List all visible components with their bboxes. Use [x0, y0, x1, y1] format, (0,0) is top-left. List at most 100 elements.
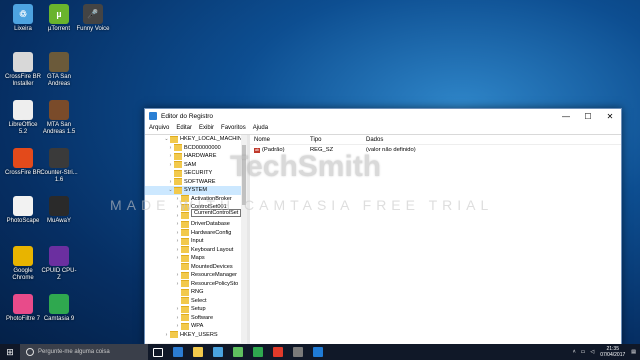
taskbar-app-icon[interactable] — [288, 344, 308, 360]
taskbar-camtasia-recorder-icon[interactable] — [268, 344, 288, 360]
desktop-icon[interactable]: CrossFire BR Installer — [4, 52, 42, 88]
panes: ⌄ HKEY_LOCAL_MACHINE › BCD00000000 › HARDWARE… — [145, 134, 621, 349]
desktop-icon-label: LibreOffice 5.2 — [8, 122, 38, 135]
tree-vertical-scrollbar[interactable] — [241, 135, 247, 349]
title-bar[interactable]: Editor do Registro — ☐ ✕ — [145, 109, 621, 123]
desktop-icon[interactable]: MTA San Andreas 1.5 — [40, 100, 78, 136]
expand-toggle-icon[interactable]: › — [167, 162, 174, 168]
list-item[interactable]: ab (Padrão) REG_SZ (valor não definido) — [250, 145, 621, 154]
minimize-button[interactable]: — — [555, 109, 577, 123]
expand-toggle-icon[interactable]: ⌄ — [167, 187, 174, 193]
tree-item[interactable]: › HKEY_USERS — [145, 331, 247, 340]
folder-icon — [181, 305, 189, 313]
menu-editar[interactable]: Editar — [176, 125, 192, 131]
tree-item-label: ActivationBroker — [191, 195, 232, 202]
taskbar-media-icon[interactable] — [228, 344, 248, 360]
menu-favoritos[interactable]: Favoritos — [221, 125, 246, 131]
key-tree: ⌄ HKEY_LOCAL_MACHINE › BCD00000000 › HARDWARE… — [145, 135, 250, 349]
windows-start-icon[interactable]: ⊞ — [0, 344, 20, 360]
expand-toggle-icon[interactable]: › — [174, 306, 181, 312]
desktop-icon-label: Camtasia 9 — [43, 316, 75, 322]
expand-toggle-icon[interactable]: › — [174, 323, 181, 329]
expand-toggle-icon[interactable]: › — [174, 213, 181, 219]
desktop-icon[interactable]: CrossFire BR — [4, 148, 42, 177]
list-header: Nome Tipo Dados — [250, 135, 621, 145]
desktop-icon[interactable]: 🎤 Funny Voice — [74, 4, 112, 33]
desktop-icon[interactable]: GTA San Andreas — [40, 52, 78, 88]
taskbar-camtasia-icon[interactable] — [248, 344, 268, 360]
desktop-icon[interactable]: MuAwaY — [40, 196, 78, 225]
desktop-icon[interactable]: PhotoScape — [4, 196, 42, 225]
expand-toggle-icon[interactable]: › — [174, 238, 181, 244]
close-button[interactable]: ✕ — [599, 109, 621, 123]
tree-item[interactable]: › Input — [145, 237, 247, 246]
tree-item[interactable]: › DriverDatabase — [145, 220, 247, 229]
desktop-icon[interactable]: ♲ Lixeira — [4, 4, 42, 33]
menu-arquivo[interactable]: Arquivo — [149, 125, 169, 131]
expand-toggle-icon[interactable]: › — [174, 281, 181, 287]
column-dados[interactable]: Dados — [366, 137, 621, 143]
expand-toggle-icon[interactable]: › — [174, 230, 181, 236]
tree-item[interactable]: › SOFTWARE — [145, 178, 247, 187]
desktop-icon[interactable]: PhotoFiltre 7 — [4, 294, 42, 323]
desktop-icon[interactable]: Counter-Stri... 1.6 — [40, 148, 78, 184]
tree-item[interactable]: › WPA — [145, 322, 247, 331]
column-nome[interactable]: Nome — [250, 137, 310, 143]
taskbar-task-view-icon[interactable] — [148, 344, 168, 360]
tree-item-label: Input — [191, 238, 204, 245]
taskbar-regedit-icon[interactable] — [308, 344, 328, 360]
maximize-button[interactable]: ☐ — [577, 109, 599, 123]
expand-toggle-icon[interactable]: › — [174, 196, 181, 202]
tree-item[interactable]: › HARDWARE — [145, 152, 247, 161]
menu-ajuda[interactable]: Ajuda — [253, 125, 268, 131]
tree-item[interactable]: › Maps — [145, 254, 247, 263]
clock[interactable]: 21:35 07/04/2017 — [600, 346, 625, 358]
tree-root[interactable]: ⌄ HKEY_LOCAL_MACHINE — [145, 135, 247, 144]
tree-item[interactable]: › SAM — [145, 161, 247, 170]
expand-toggle-icon[interactable]: › — [174, 255, 181, 261]
expand-toggle-icon[interactable]: › — [174, 221, 181, 227]
notifications-icon[interactable]: ▤ — [631, 349, 636, 355]
folder-icon — [181, 229, 189, 237]
taskbar-edge-icon[interactable] — [168, 344, 188, 360]
expand-toggle-icon[interactable]: › — [174, 204, 181, 210]
tree-item[interactable]: MountedDevices — [145, 263, 247, 272]
expand-toggle-icon[interactable]: › — [167, 145, 174, 151]
tree-item[interactable]: › ResourcePolicySto — [145, 280, 247, 289]
volume-icon[interactable]: ◁ — [590, 349, 594, 355]
tree-item[interactable]: › Software — [145, 314, 247, 323]
tree-item[interactable]: › BCD00000000 — [145, 144, 247, 153]
tree-item[interactable]: ⌄ SYSTEM — [145, 186, 247, 195]
tree-item[interactable]: › Setup — [145, 305, 247, 314]
expand-toggle-icon[interactable]: › — [174, 247, 181, 253]
desktop-icon[interactable]: µ µTorrent — [40, 4, 78, 33]
tree-item[interactable]: Select — [145, 297, 247, 306]
folder-icon — [181, 314, 189, 322]
expand-toggle-icon[interactable]: › — [163, 332, 170, 338]
menu-exibir[interactable]: Exibir — [199, 125, 214, 131]
tree-item-label: HARDWARE — [184, 153, 217, 160]
column-tipo[interactable]: Tipo — [310, 137, 366, 143]
taskbar-explorer-icon[interactable] — [188, 344, 208, 360]
chevron-up-icon[interactable]: ˄ — [573, 349, 576, 355]
cortana-search-box[interactable]: Pergunte-me alguma coisa — [20, 344, 148, 360]
tree-item[interactable]: › ResourceManager — [145, 271, 247, 280]
expand-toggle-icon[interactable]: › — [167, 153, 174, 159]
taskbar-store-icon[interactable] — [208, 344, 228, 360]
tree-item[interactable]: › Keyboard Layout — [145, 246, 247, 255]
desktop-icon[interactable]: CPUID CPU-Z — [40, 246, 78, 282]
tree-item[interactable]: RNG — [145, 288, 247, 297]
expand-toggle-icon[interactable]: › — [167, 179, 174, 185]
desktop-icon[interactable]: Camtasia 9 — [40, 294, 78, 323]
desktop-icon-label: µTorrent — [47, 26, 71, 32]
tree-item[interactable]: › ActivationBroker — [145, 195, 247, 204]
expand-toggle-icon[interactable]: › — [174, 315, 181, 321]
expand-toggle-icon[interactable]: › — [174, 272, 181, 278]
chevron-down-icon[interactable]: ⌄ — [163, 136, 170, 142]
folder-icon — [174, 144, 182, 152]
tree-item[interactable]: SECURITY — [145, 169, 247, 178]
tree-item[interactable]: › HardwareConfig — [145, 229, 247, 238]
network-icon[interactable]: ▭ — [581, 349, 586, 355]
desktop-icon[interactable]: Google Chrome — [4, 246, 42, 282]
desktop-icon[interactable]: LibreOffice 5.2 — [4, 100, 42, 136]
